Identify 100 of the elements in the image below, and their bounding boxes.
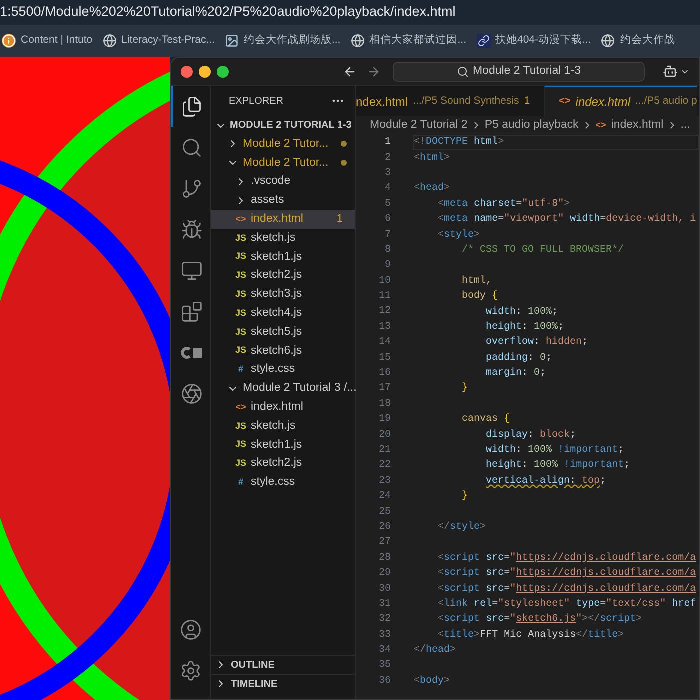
file-item[interactable]: JS sketch1.js — [211, 436, 355, 455]
line-number: 27 — [378, 536, 391, 550]
section-header[interactable]: TIMELINE — [211, 674, 355, 693]
picture-icon — [224, 34, 239, 48]
maximize-button[interactable] — [217, 66, 229, 78]
monitor-icon — [180, 260, 202, 282]
editor-tab[interactable]: ndex.html .../P5 Sound Synthesis 1 — [356, 86, 546, 116]
account-icon — [180, 618, 202, 640]
code-line: overflow: hidden; — [485, 336, 588, 350]
problem-count: 1 — [524, 94, 530, 109]
section-header[interactable]: OUTLINE — [211, 655, 355, 674]
search-text: Module 2 Tutorial 1-3 — [472, 64, 582, 79]
file-item[interactable]: JS sketch5.js — [211, 322, 355, 342]
folder-item[interactable]: Module 2 Tutor... — [211, 135, 355, 154]
file-type-icon: JS — [235, 250, 247, 264]
code-line: <head> — [414, 182, 450, 196]
file-item[interactable]: JS sketch1.js — [211, 248, 355, 267]
aperture-icon — [180, 382, 202, 404]
line-number: 29 — [378, 567, 391, 582]
code-line: /* CSS TO GO FULL BROWSER*/ — [461, 244, 624, 258]
globe-icon — [350, 34, 365, 48]
editor-tab[interactable]: <> index.html .../P5 audio p — [545, 86, 698, 116]
bookmark-link[interactable]: Content | Intuto — [21, 33, 93, 49]
search-icon — [456, 66, 469, 78]
code-line: padding: 0; — [485, 352, 552, 366]
file-item[interactable]: <> index.html 1 — [211, 210, 355, 229]
file-type-icon: JS — [235, 457, 247, 471]
file-type-icon: # — [235, 363, 247, 377]
close-button[interactable] — [181, 66, 193, 78]
line-number: 13 — [378, 320, 391, 335]
file-type-icon: JS — [235, 326, 247, 340]
file-item[interactable]: <> index.html — [211, 398, 355, 417]
file-type-icon: JS — [235, 232, 247, 246]
line-number: 19 — [378, 413, 391, 428]
file-type-icon: JS — [235, 269, 247, 283]
command-search-field[interactable]: Module 2 Tutorial 1-3 — [393, 62, 645, 82]
file-item[interactable]: JS sketch6.js — [211, 342, 355, 361]
line-number: 25 — [378, 506, 391, 520]
file-type-icon: <> — [235, 400, 247, 414]
code-line: height: 100%; — [485, 320, 564, 335]
robot-icon — [663, 64, 678, 79]
file-item[interactable]: JS sketch2.js — [211, 454, 355, 474]
line-number: 6 — [384, 213, 391, 228]
files-icon — [180, 96, 202, 118]
problem-count: 1 — [336, 212, 343, 228]
code-line: height: 100% !important; — [485, 458, 630, 474]
line-number: 9 — [384, 259, 391, 274]
bookmark-link[interactable]: Literacy-Test-Prac... — [122, 33, 215, 49]
line-number: 31 — [378, 598, 391, 612]
line-number: 7 — [384, 228, 391, 243]
minimize-button[interactable] — [199, 66, 211, 78]
file-type-icon: JS — [235, 420, 247, 434]
code-line: <script src="https://cdnjs.cloudflare.com/a — [437, 552, 696, 566]
code-line: body { — [461, 290, 498, 304]
code-line: </style> — [437, 520, 486, 535]
tab-path: .../P5 Sound Synthesis — [413, 94, 520, 109]
breadcrumb-item[interactable]: P5 audio playback — [484, 116, 579, 134]
file-type-icon: JS — [235, 344, 247, 358]
file-type-icon: <> — [559, 94, 571, 109]
code-line: display: block; — [485, 428, 576, 443]
line-number: 32 — [378, 613, 391, 628]
file-item[interactable]: # style.css — [211, 360, 355, 380]
info-icon — [2, 34, 16, 48]
bookmark-link[interactable]: 扶她404-动漫下载... — [496, 33, 592, 49]
extensions-icon — [180, 300, 202, 322]
file-item[interactable]: JS sketch3.js — [211, 285, 355, 304]
line-number: 5 — [384, 198, 391, 212]
file-type-icon: <> — [596, 118, 606, 132]
line-number: 10 — [378, 274, 391, 289]
breadcrumb-item[interactable]: ... — [680, 116, 690, 134]
code-line: } — [461, 490, 468, 504]
line-number: 35 — [378, 659, 391, 674]
file-item[interactable]: JS sketch2.js — [211, 266, 355, 286]
workspace-header[interactable]: MODULE 2 TUTORIAL 1-3 — [211, 116, 355, 135]
breadcrumb-item[interactable]: Module 2 Tutorial 2 — [370, 116, 468, 134]
file-item[interactable]: JS sketch4.js — [211, 304, 355, 323]
code-line: <body> — [414, 674, 450, 689]
folder-item[interactable]: Module 2 Tutor... — [211, 154, 355, 173]
code-line: <meta charset="utf-8"> — [437, 198, 570, 212]
code-line: <script src="https://cdnjs.cloudflare.com/a — [437, 582, 696, 597]
folder-item[interactable]: assets — [211, 191, 355, 210]
copilot-button[interactable] — [663, 64, 690, 79]
line-number: 17 — [378, 382, 391, 396]
line-number: 24 — [378, 490, 391, 504]
file-item[interactable]: JS sketch.js — [211, 416, 355, 436]
search-icon — [180, 136, 202, 158]
bookmark-link[interactable]: 约会大作战 — [620, 33, 676, 49]
folder-item[interactable]: Module 2 Tutorial 3 /... — [211, 379, 355, 398]
line-number: 2 — [384, 152, 391, 166]
folder-item[interactable]: .vscode — [211, 172, 355, 192]
bookmark-link[interactable]: 约会大作战剧场版... — [244, 33, 341, 49]
line-number: 23 — [378, 474, 391, 489]
panel-title: EXPLORER — [229, 94, 284, 108]
bookmark-link[interactable]: 相信大家都试过因... — [370, 33, 466, 49]
code-line: <meta name="viewport" width=device-width, i — [437, 212, 696, 228]
file-item[interactable]: # style.css — [211, 473, 355, 492]
line-number: 11 — [378, 290, 391, 304]
line-number: 1 — [384, 136, 391, 150]
file-item[interactable]: JS sketch.js — [211, 228, 355, 248]
breadcrumb-item[interactable]: index.html — [611, 116, 664, 134]
